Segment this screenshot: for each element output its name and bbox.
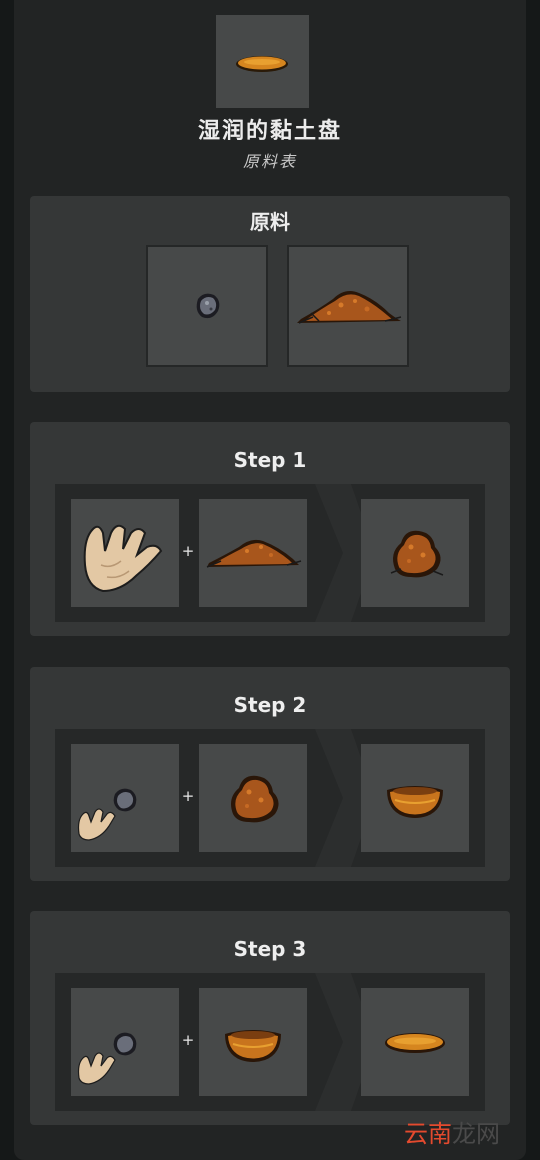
plus-sign: + (181, 542, 195, 560)
step-3-output[interactable] (361, 988, 469, 1096)
step-1-input-dirt[interactable] (199, 499, 307, 607)
plus-sign: + (181, 787, 195, 805)
step-3-input-stone[interactable] (71, 988, 179, 1096)
step-1-recipe: + (55, 484, 485, 622)
step-3-title: Step 3 (233, 937, 307, 961)
dirt-pile-icon (297, 291, 402, 324)
plus-sign: + (181, 1031, 195, 1049)
recipe-page: 湿润的黏土盘 原料表 原料 Step 1 + Step 2 + Step 3 +… (0, 0, 540, 1160)
step-1-output[interactable] (361, 499, 469, 607)
item-tile (216, 15, 309, 108)
item-subtitle: 原料表 (242, 152, 297, 171)
clay-lump-icon (231, 775, 279, 823)
step-1-input-hand[interactable] (71, 499, 179, 607)
stone-icon (196, 293, 220, 319)
clay-lump-icon (390, 530, 444, 578)
ingredient-slot-stone[interactable] (146, 245, 268, 367)
clay-plate-icon (236, 56, 288, 72)
watermark: 云南龙网 (404, 1114, 500, 1149)
step-2-section: Step 2 + (30, 667, 510, 881)
stone-with-hand-icon (77, 1032, 137, 1085)
step-2-output[interactable] (361, 744, 469, 852)
watermark-dark: 龙网 (452, 1120, 500, 1148)
step-2-input-clay[interactable] (199, 744, 307, 852)
step-2-title: Step 2 (233, 693, 307, 717)
step-3-input-bowl[interactable] (199, 988, 307, 1096)
stone-with-hand-icon (77, 788, 137, 841)
dirt-pile-icon (206, 539, 302, 568)
clay-plate-icon (385, 1033, 445, 1053)
hand-icon (83, 524, 163, 593)
ingredients-section: 原料 (30, 196, 510, 392)
ingredient-slot-dirt[interactable] (287, 245, 409, 367)
clay-bowl-icon (387, 786, 443, 818)
step-1-section: Step 1 + (30, 422, 510, 636)
watermark-accent: 云南 (404, 1120, 452, 1148)
step-3-recipe: + (55, 973, 485, 1111)
ingredients-title: 原料 (250, 210, 290, 234)
step-1-title: Step 1 (233, 448, 307, 472)
step-2-input-stone[interactable] (71, 744, 179, 852)
step-2-recipe: + (55, 729, 485, 867)
step-3-section: Step 3 + (30, 911, 510, 1125)
clay-bowl-icon (225, 1030, 281, 1062)
item-title: 湿润的黏土盘 (197, 119, 342, 144)
